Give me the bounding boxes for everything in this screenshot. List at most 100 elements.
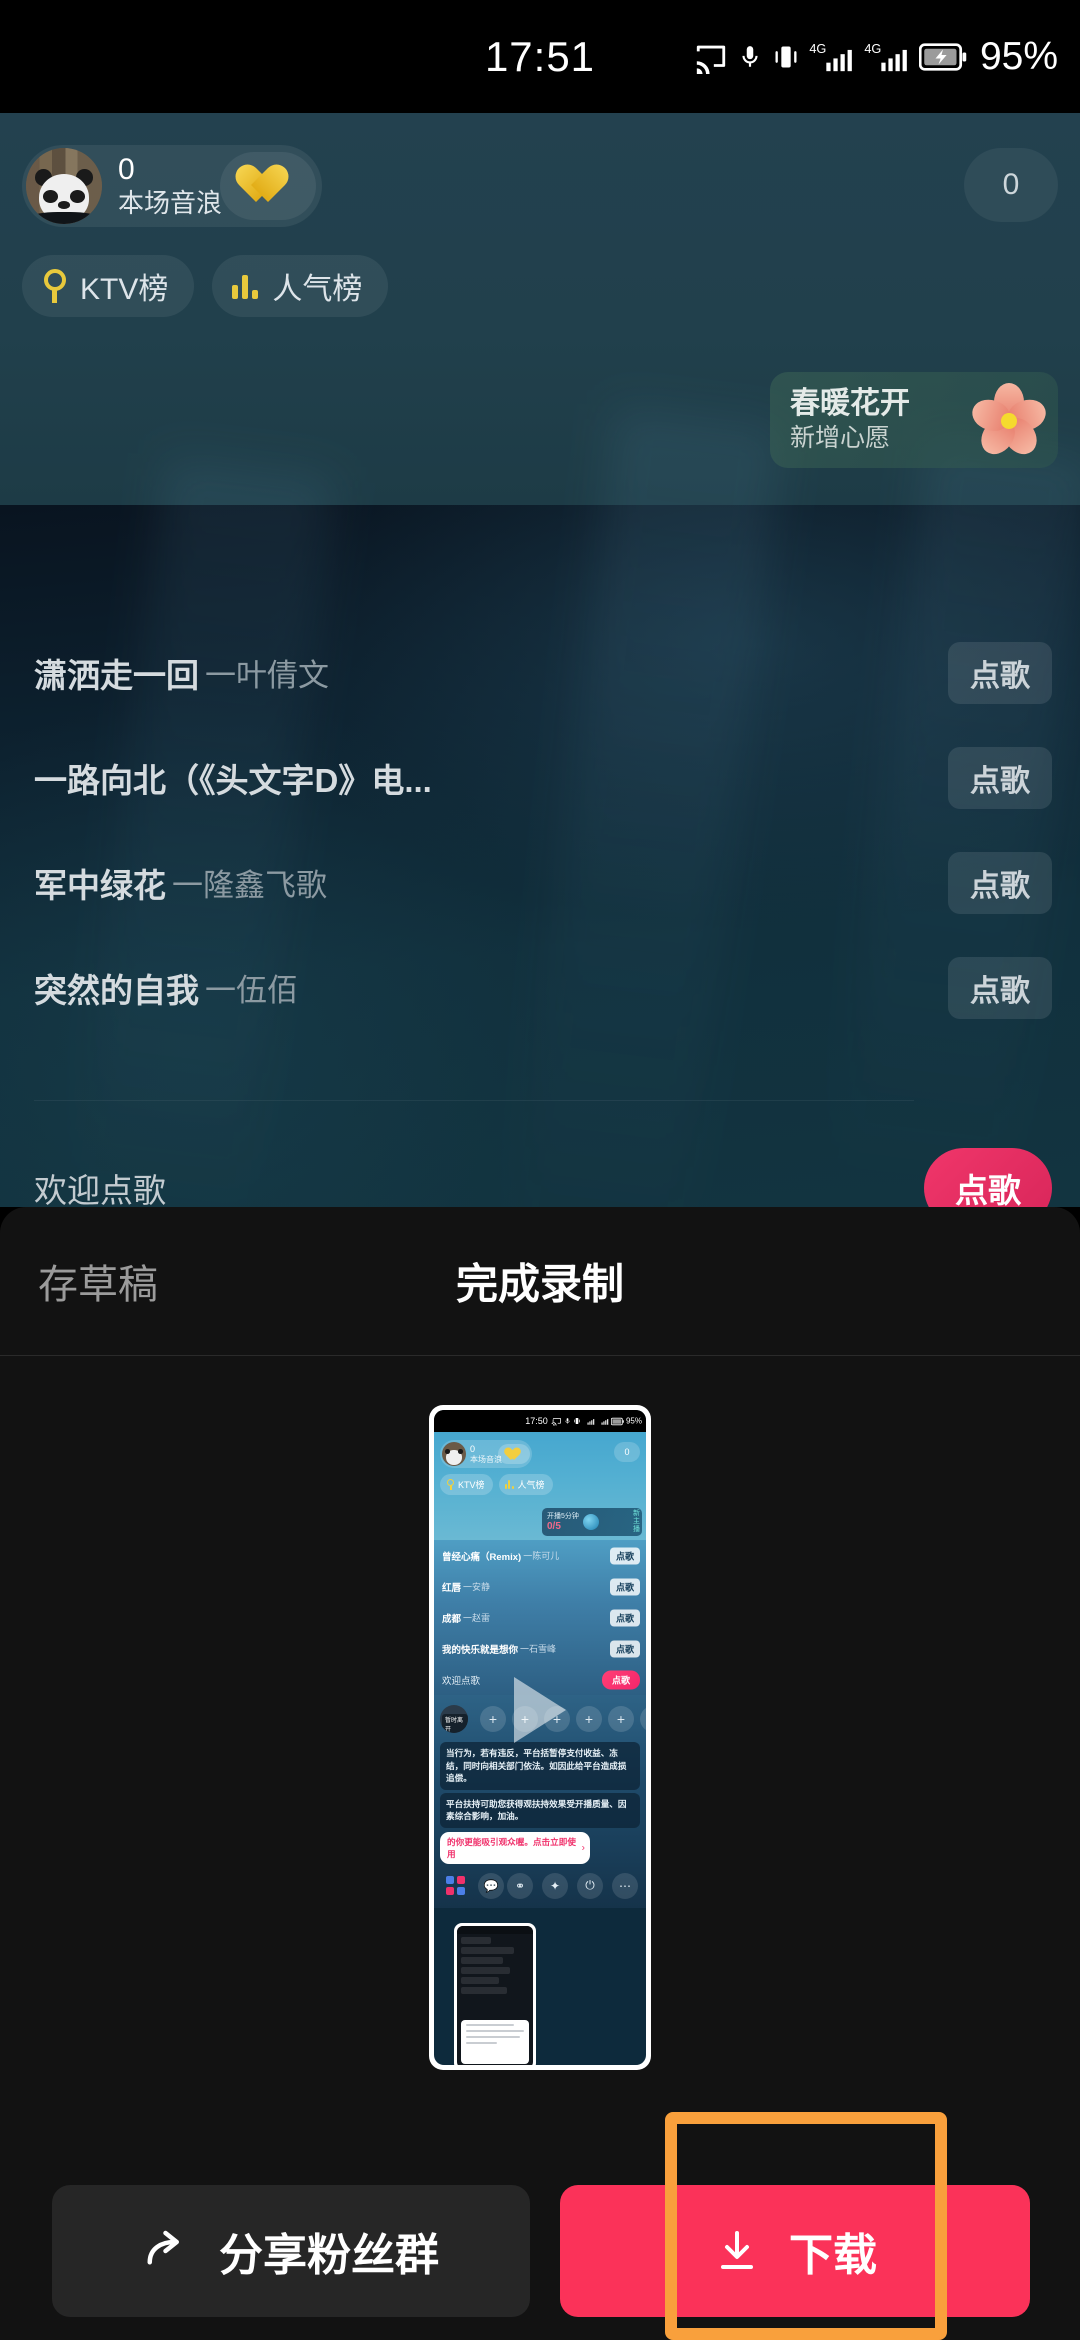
table-row[interactable]: 一路向北（《头文字D》电... 点歌 [0,725,1080,830]
save-draft-button[interactable]: 存草稿 [38,1252,158,1310]
download-label: 下载 [789,2231,877,2280]
ktv-rank-button[interactable]: KTV榜 [22,255,195,317]
popularity-rank-label: 人气榜 [272,273,363,306]
share-fan-group-button[interactable]: 分享粉丝群 [52,2185,530,2317]
signal-4g-icon-1: 4G [809,40,855,74]
table-row[interactable]: 潇洒走一回 一叶倩文 点歌 [0,620,1080,725]
video-preview-frame[interactable]: 17:50 ♪ 95% 0 本场音浪 KTV榜 人气榜 0 开播5分钟 0/5 … [434,1410,646,2065]
table-row[interactable]: 军中绿花 一隆鑫飞歌 点歌 [0,830,1080,935]
status-bar: 17:51 4G 4G 95% [0,0,1080,113]
preview-inset-phone [454,1923,536,2065]
preview-pink-tip-text: 的你更能吸引观众喔。点击立即使用 [447,1836,576,1859]
song-name: 潇洒走一回 [34,656,199,694]
guest-avatar: 暂时离开 [440,1705,468,1733]
preview-notice-text: 平台扶持可助您获得观扶持效果受开播质量、因素综合影响，加油。 [446,1798,627,1822]
sheet-title: 完成录制 [455,1260,625,1308]
preview-pick-button: 点歌 [610,1547,640,1564]
ktv-rank-label: KTV榜 [80,273,169,306]
panda-avatar[interactable] [26,148,102,224]
rank-buttons-row: KTV榜 人气榜 [22,255,389,317]
song-name: 一路向北（《头文字D》电... [34,761,432,799]
preview-pick-button: 点歌 [610,1578,640,1595]
preview-song-name: 红唇 [442,1582,462,1594]
preview-sound-wave-label: 本场音浪 [470,1454,502,1464]
pick-song-button[interactable]: 点歌 [948,851,1052,914]
heart-icon [498,1444,530,1464]
task-progress-icon [582,1514,599,1530]
anchor-info-pill[interactable]: 0 本场音浪 [22,145,322,227]
pick-song-button[interactable]: 点歌 [948,956,1052,1019]
magic-wand-icon: ✦ [542,1872,568,1899]
preview-task-side-label: 新主播 [633,1510,640,1533]
preview-pick-primary-button: 点歌 [602,1670,640,1689]
preview-task-progress: 0/5 [547,1520,561,1532]
panda-avatar [442,1442,466,1466]
cast-icon [553,1418,561,1426]
vibrate-icon [573,1418,580,1424]
preview-rank-row: KTV榜 人气榜 [440,1474,553,1495]
share-fan-group-label: 分享粉丝群 [219,2231,439,2280]
preview-ktv-rank-label: KTV榜 [458,1480,485,1490]
viewer-counter[interactable]: 0 [964,148,1058,222]
phone-screen: 17:51 4G 4G 95% 0 本场音浪 0 KTV榜 人气榜 春暖花开 新… [0,0,1080,2340]
preview-song-name: 成都 [442,1613,462,1625]
mic-rank-icon [42,269,68,303]
song-name: 突然的自我 [34,971,199,1009]
pick-song-button[interactable]: 点歌 [948,746,1052,809]
heart-button[interactable] [220,152,316,220]
more-icon: ⋯ [612,1872,638,1899]
preview-status-bar: 17:50 ♪ 95% [434,1410,646,1432]
download-button[interactable]: 下载 [560,2185,1030,2317]
microphone-icon [737,40,763,74]
list-item: 曾经心痛（Remix) 一陈可儿 点歌 [434,1540,646,1571]
sheet-divider [0,1355,1080,1356]
preview-pick-button: 点歌 [610,1640,640,1657]
signal-4g-icon [587,1419,595,1425]
popularity-rank-button[interactable]: 人气榜 [212,255,389,317]
list-divider [34,1100,914,1101]
list-item: 红唇 一安静 点歌 [434,1571,646,1602]
song-artist: 一叶倩文 [205,658,329,693]
pick-song-button[interactable]: 点歌 [948,641,1052,704]
play-icon[interactable] [514,1677,566,1743]
preview-popularity-rank: 人气榜 [498,1474,553,1495]
wish-card[interactable]: 春暖花开 新增心愿 [770,372,1058,468]
preview-status-time: 17:50 [525,1416,548,1426]
preview-song-name: 我的快乐就是想你 [442,1644,519,1656]
preview-song-artist: 一安静 [463,1582,491,1592]
preview-notice-1: 当行为，若有违反，平台括暂停支付收益、冻结，同时向相关部门依法。如因此给平台造成… [440,1742,640,1790]
add-guest-icon: + [576,1706,602,1732]
wish-subtitle: 新增心愿 [790,424,891,452]
vibrate-icon [772,40,800,74]
add-guest-icon: + [640,1706,646,1732]
preview-anchor-pill: 0 本场音浪 [440,1440,532,1468]
status-bar-icons: 4G 4G 95% [694,35,1058,79]
add-guest-icon: + [608,1706,634,1732]
song-artist: 一伍佰 [205,973,298,1008]
cast-icon [694,40,728,74]
preview-popularity-rank-label: 人气榜 [517,1480,545,1490]
preview-ktv-rank: KTV榜 [440,1474,493,1495]
video-preview-thumbnail[interactable]: 17:50 ♪ 95% 0 本场音浪 KTV榜 人气榜 0 开播5分钟 0/5 … [429,1405,651,2070]
share-icon [143,2224,197,2278]
table-row[interactable]: 突然的自我 一伍佰 点歌 [0,935,1080,1040]
preview-song-list: 曾经心痛（Remix) 一陈可儿 点歌 红唇 一安静 点歌 成都 一赵雷 点歌 … [434,1540,646,1695]
wish-title: 春暖花开 [790,387,910,420]
popularity-bars-icon [232,273,260,299]
preview-pink-tip: 的你更能吸引观众喔。点击立即使用 › [440,1831,590,1864]
song-name: 军中绿花 [34,866,166,904]
shield-icon: ⚭ [507,1872,533,1899]
chevron-right-icon: › [581,1842,585,1853]
add-guest-icon: + [480,1706,506,1732]
mic-rank-icon [446,1479,455,1490]
preview-task-title: 开播5分钟 [547,1512,579,1520]
battery-charging-icon [610,1417,624,1425]
chat-bubble-icon: 💬 [478,1872,504,1899]
microphone-icon [565,1418,570,1424]
power-icon: ⏻ [577,1872,603,1899]
preview-notice-text: 当行为，若有违反，平台括暂停支付收益、冻结，同时向相关部门依法。如因此给平台造成… [446,1748,627,1783]
preview-pick-button: 点歌 [610,1609,640,1626]
song-artist: 一隆鑫飞歌 [172,868,327,903]
sound-wave-count: 0 [118,153,135,186]
preview-song-artist: 一陈可儿 [523,1551,560,1561]
